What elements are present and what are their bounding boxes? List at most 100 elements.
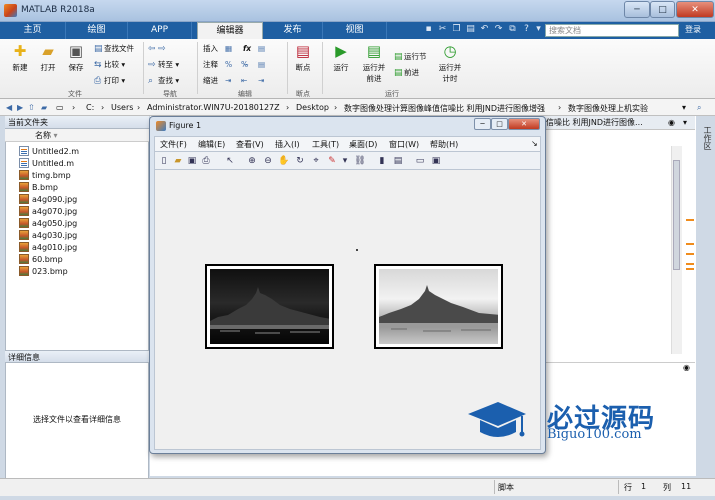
hide-plot-tools-icon[interactable]: ▭ — [414, 155, 426, 167]
warning-marker[interactable] — [686, 263, 694, 265]
save-figure-icon[interactable]: ▣ — [186, 155, 198, 167]
list-item[interactable]: a4g050.jpg — [19, 218, 77, 230]
tab-view[interactable]: 视图 — [323, 22, 387, 39]
search-input[interactable]: 搜索文档 — [545, 24, 679, 37]
undo-icon[interactable]: ↶ — [479, 24, 490, 35]
list-item[interactable]: a4g070.jpg — [19, 206, 77, 218]
back-forward-buttons[interactable]: ⇦ ⇨ — [148, 43, 168, 55]
legend-icon[interactable]: ▤ — [392, 155, 404, 167]
menu-window[interactable]: 窗口(W) — [389, 139, 419, 150]
print-button[interactable]: ⎙ 打印 ▾ — [94, 75, 125, 87]
copy-icon[interactable]: ❐ — [451, 24, 462, 35]
colorbar-icon[interactable]: ▮ — [376, 155, 388, 167]
find-files-button[interactable]: ▤查找文件 — [94, 43, 134, 55]
menu-file[interactable]: 文件(F) — [160, 139, 187, 150]
tab-editor[interactable]: 编辑器 — [197, 22, 263, 39]
open-button[interactable]: ▰ 打开 — [35, 43, 61, 73]
run-and-advance-button[interactable]: ▤ 运行并 前进 — [360, 43, 388, 84]
find-button[interactable]: ⌕ 查找 ▾ — [148, 75, 179, 87]
list-item[interactable]: Untitled2.m — [19, 146, 79, 158]
pan-icon[interactable]: ✋ — [278, 155, 290, 167]
menu-tools[interactable]: 工具(T) — [312, 139, 339, 150]
help-icon[interactable]: ? — [521, 24, 532, 35]
warning-marker[interactable] — [686, 243, 694, 245]
image-axes-right[interactable] — [374, 264, 503, 349]
redo-icon[interactable]: ↷ — [493, 24, 504, 35]
scrollbar-thumb[interactable] — [673, 160, 680, 270]
maximize-button[interactable]: □ — [650, 1, 675, 18]
workspace-side-tab[interactable]: 工作区 — [697, 118, 713, 158]
rotate-3d-icon[interactable]: ↻ — [294, 155, 306, 167]
path-segment[interactable]: Desktop — [296, 103, 329, 112]
list-item[interactable]: timg.bmp — [19, 170, 71, 182]
search-path-icon[interactable]: ⌕ — [697, 103, 701, 113]
advance-button[interactable]: ▤前进 — [394, 67, 419, 79]
dropdown-icon[interactable]: ▾ — [533, 24, 544, 35]
brush-icon[interactable]: ✎ — [326, 155, 338, 167]
insert-section-icon[interactable]: ▦ — [225, 43, 232, 55]
decrease-indent-icon[interactable]: ⇤ — [241, 75, 247, 87]
show-plot-tools-icon[interactable]: ▣ — [430, 155, 442, 167]
menu-desktop[interactable]: 桌面(D) — [349, 139, 377, 150]
run-and-time-button[interactable]: ◷ 运行并 计时 — [436, 43, 464, 84]
breakpoints-button[interactable]: ▤ 断点 — [290, 43, 316, 73]
list-item[interactable]: 023.bmp — [19, 266, 68, 278]
tab-apps[interactable]: APP — [128, 22, 192, 39]
brush-dropdown-icon[interactable]: ▾ — [339, 155, 351, 167]
data-cursor-icon[interactable]: ⌖ — [310, 155, 322, 167]
path-segment[interactable]: Users — [111, 103, 133, 112]
figure-maximize-button[interactable]: □ — [491, 118, 508, 130]
increase-indent-icon[interactable]: ⇥ — [258, 75, 264, 87]
list-item[interactable]: a4g030.jpg — [19, 230, 77, 242]
path-dropdown-icon[interactable]: ▾ — [682, 103, 686, 112]
warning-marker[interactable] — [686, 253, 694, 255]
menu-view[interactable]: 查看(V) — [236, 139, 264, 150]
figure-minimize-button[interactable]: ─ — [474, 118, 491, 130]
list-item[interactable]: a4g010.jpg — [19, 242, 77, 254]
command-window-options-icon[interactable]: ◉ — [683, 363, 690, 372]
new-figure-icon[interactable]: ▯ — [158, 155, 170, 167]
warning-marker[interactable] — [686, 268, 694, 270]
minimize-button[interactable]: ─ — [624, 1, 650, 18]
path-segment[interactable]: Administrator.WIN7U-20180127Z — [147, 103, 280, 112]
link-plot-icon[interactable]: ⛓ — [354, 155, 366, 167]
smart-indent-icon[interactable]: ⇥ — [225, 75, 231, 87]
uncomment-icon[interactable]: %̶ — [241, 59, 248, 71]
path-drive[interactable]: C: — [86, 103, 94, 112]
menu-edit[interactable]: 编辑(E) — [198, 139, 225, 150]
path-segment[interactable]: 数字图像处理上机实验 — [568, 103, 648, 114]
login-link[interactable]: 登录 — [685, 24, 701, 35]
pointer-icon[interactable]: ↖ — [224, 155, 236, 167]
list-item[interactable]: Untitled.m — [19, 158, 74, 170]
goto-button[interactable]: ⇨ 转至 ▾ — [148, 59, 179, 71]
browse-folder-icon[interactable]: ▰ — [41, 103, 47, 112]
run-button[interactable]: ▶ 运行 — [328, 43, 354, 73]
save-quick-icon[interactable]: ▪ — [423, 24, 434, 35]
image-axes-left[interactable] — [205, 264, 334, 349]
tab-plots[interactable]: 绘图 — [66, 22, 128, 39]
path-segment[interactable]: 数字图像处理计算图像峰值信噪比 利用JND进行图像增强 — [344, 103, 545, 114]
fx-button[interactable]: fx — [243, 43, 251, 55]
new-button[interactable]: ✚ 新建 — [7, 43, 33, 73]
editor-options-icon[interactable]: ◉ — [668, 118, 675, 127]
list-item[interactable]: 60.bmp — [19, 254, 63, 266]
menu-dock-icon[interactable]: ↘ — [531, 139, 538, 148]
up-folder-icon[interactable]: ⇧ — [28, 103, 35, 112]
tab-publish[interactable]: 发布 — [263, 22, 323, 39]
run-section-button[interactable]: ▤运行节 — [394, 51, 427, 63]
figure-close-button[interactable]: ✕ — [508, 118, 540, 130]
column-header-name[interactable]: 名称 ▾ — [5, 129, 149, 142]
comment-button[interactable]: 注释 — [203, 59, 218, 71]
menu-help[interactable]: 帮助(H) — [430, 139, 458, 150]
cut-icon[interactable]: ✂ — [437, 24, 448, 35]
insert-more-icon[interactable]: ▤ — [258, 43, 265, 55]
list-item[interactable]: a4g090.jpg — [19, 194, 77, 206]
warning-marker[interactable] — [686, 219, 694, 221]
print-figure-icon[interactable]: ⎙ — [200, 155, 212, 167]
editor-collapse-icon[interactable]: ▾ — [683, 118, 687, 127]
wrap-comment-icon[interactable]: ▤ — [258, 59, 265, 71]
menu-insert[interactable]: 插入(I) — [275, 139, 300, 150]
nav-back-icon[interactable]: ◀ — [6, 103, 12, 112]
indent-button[interactable]: 缩进 — [203, 75, 218, 87]
zoom-in-icon[interactable]: ⊕ — [246, 155, 258, 167]
